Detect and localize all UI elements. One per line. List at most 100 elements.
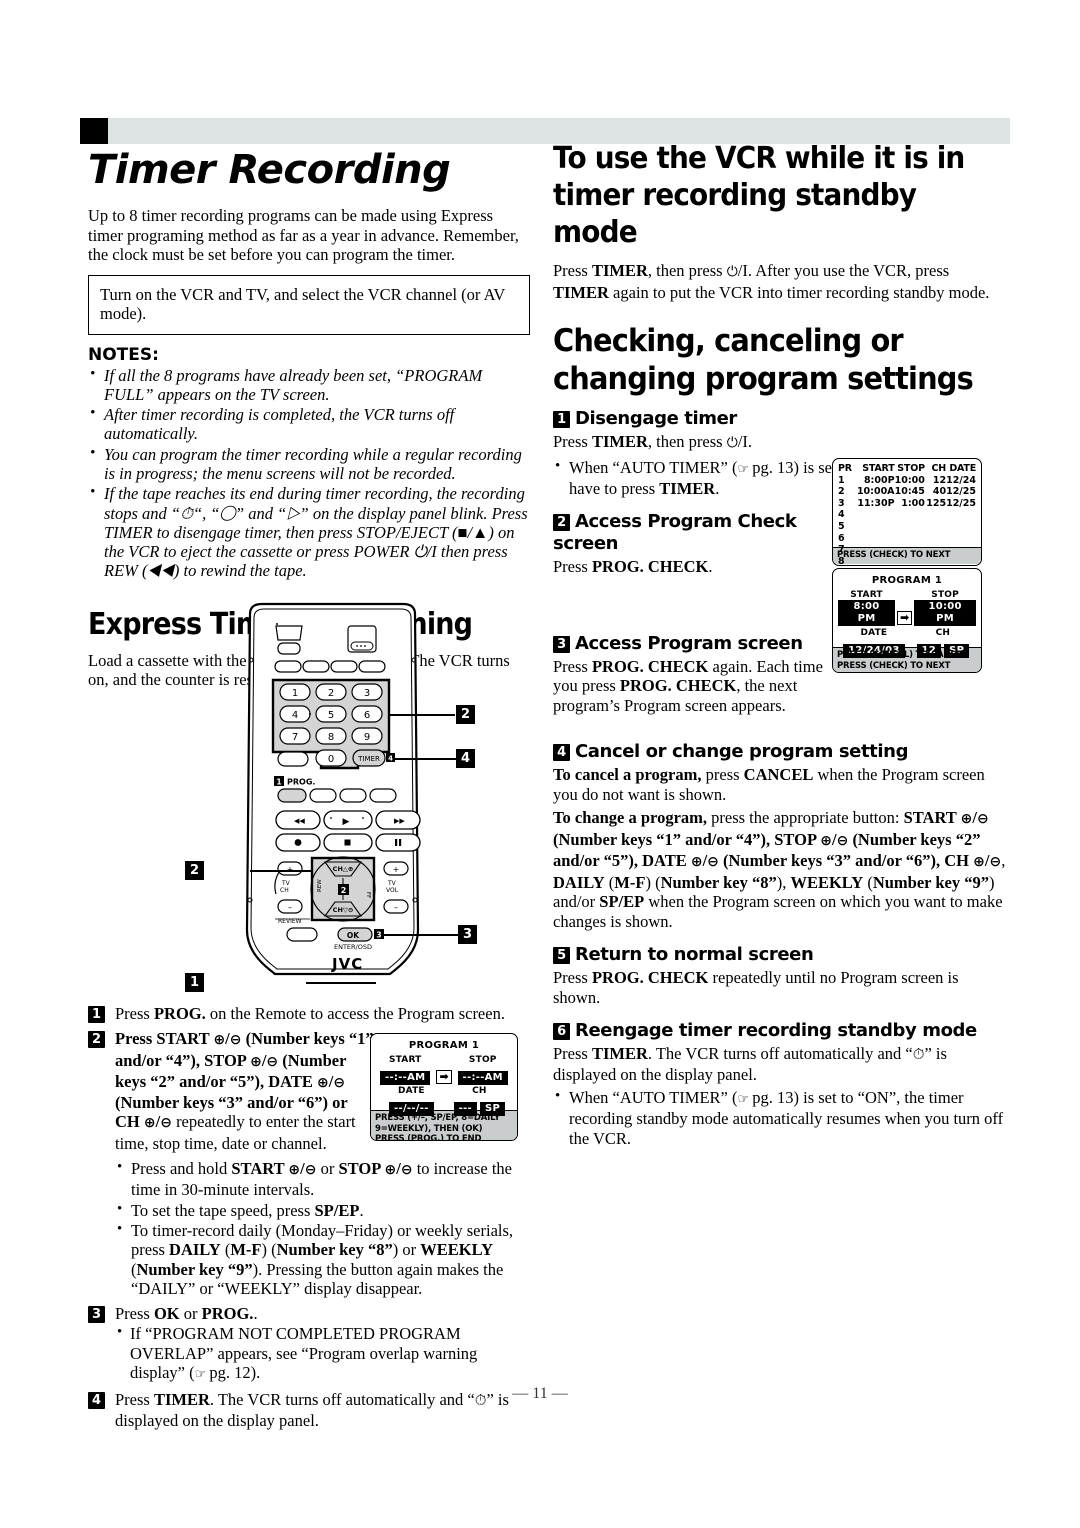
cell-stop: 1:00: [901, 497, 925, 509]
header-black-square: [80, 118, 108, 144]
svg-text:+: +: [393, 865, 400, 874]
step4-body-b: To change a program, press the appropria…: [553, 808, 1006, 931]
cell-stop: 10:45: [894, 486, 925, 498]
cell-pr: 4: [838, 509, 845, 521]
svg-text:TIMER: TIMER: [357, 755, 380, 763]
note-item: After timer recording is completed, the …: [88, 404, 530, 444]
callout-marker-3: 3: [458, 925, 477, 944]
step3-body: Press PROG. CHECK again. Each time you p…: [553, 656, 823, 715]
osd-footer-line: PRESS (+/–, SP/EP, 8=DAILY: [375, 1113, 500, 1123]
svg-text:–: –: [288, 903, 292, 912]
list-item: 2 Press START ⊕/⊖ (Number keys “1” and/o…: [88, 1029, 376, 1153]
svg-text:CH: CH: [280, 887, 289, 894]
svg-text:TV: TV: [387, 880, 397, 887]
svg-text:VOL: VOL: [386, 887, 399, 894]
svg-text:8: 8: [328, 732, 334, 743]
table-row: 4: [838, 509, 976, 521]
callout-line-2b: [250, 870, 312, 872]
step-heading-text: Access Program screen: [575, 632, 803, 654]
table-row: 2 10:00A 10:45 40 12/25: [838, 486, 976, 498]
step3-bullets: If “PROGRAM NOT COMPLETED PROGRAM OVERLA…: [115, 1323, 530, 1384]
svg-text:6: 6: [364, 710, 370, 721]
bullet-item: When “AUTO TIMER” (☞ pg. 13) is set to “…: [553, 1087, 1008, 1148]
step-heading-text: Reengage timer recording standby mode: [575, 1020, 977, 1042]
step-text: Press OK or PROG..: [115, 1304, 258, 1324]
svg-text:PROG.: PROG.: [287, 778, 315, 787]
step-heading-2: 2 Access Program Check screen: [553, 511, 838, 555]
list-item: 3 Press OK or PROG.. If “PROGRAM NOT COM…: [88, 1304, 530, 1384]
step-heading-1: 1 Disengage timer: [553, 408, 1008, 430]
step-text: Press PROG. on the Remote to access the …: [115, 1004, 505, 1023]
svg-text:2: 2: [341, 886, 347, 895]
table-row: 5: [838, 521, 976, 533]
cell-stop: 10:00: [894, 474, 925, 486]
svg-text:4: 4: [388, 755, 393, 763]
osd-date-label: DATE: [397, 1086, 425, 1096]
svg-text:FF: FF: [365, 892, 371, 898]
osd-footer: PRESS (+/–, SP/EP, 8=DAILY 9=WEEKLY), TH…: [371, 1110, 517, 1141]
page-title: Timer Recording: [88, 147, 451, 193]
svg-text:3: 3: [376, 931, 381, 940]
step-number: 3: [88, 1306, 105, 1324]
osd-footer-line: PRESS (CHECK) TO NEXT: [837, 660, 951, 671]
osd-footer-line: PRESS (PROG.) TO END: [375, 1134, 482, 1141]
step1-body: Press TIMER, then press ⏻/I.: [553, 432, 753, 451]
step-heading-5: 5 Return to normal screen: [553, 944, 1008, 966]
note-item: If the tape reaches its end during timer…: [88, 483, 530, 580]
step6-bullets: When “AUTO TIMER” (☞ pg. 13) is set to “…: [553, 1087, 1008, 1148]
step-number: 4: [553, 744, 570, 762]
step5-body: Press PROG. CHECK repeatedly until no Pr…: [553, 968, 959, 1007]
svg-text:ENTER/OSD: ENTER/OSD: [334, 943, 372, 951]
osd-footer-line: 9=WEEKLY), THEN (OK): [375, 1123, 483, 1134]
manual-page: Timer Recording Up to 8 timer recording …: [0, 0, 1080, 1528]
step2-bullets: Press and hold START ⊕/⊖ or STOP ⊕/⊖ to …: [115, 1158, 530, 1298]
page-number: — 11 —: [512, 1385, 568, 1402]
osd-stop-label: STOP: [468, 1055, 497, 1065]
osd-ch-label: CH: [935, 628, 951, 638]
step4-body-a: To cancel a program, press CANCEL when t…: [553, 765, 985, 804]
col-date: DATE: [949, 463, 976, 474]
note-item: You can program the timer recording whil…: [88, 444, 530, 484]
step-number: 5: [553, 947, 570, 965]
col-ch: CH: [931, 463, 947, 474]
step-number: 2: [553, 514, 570, 532]
bullet-item: If “PROGRAM NOT COMPLETED PROGRAM OVERLA…: [115, 1323, 530, 1384]
table-row: 3 11:30P 1:00 125 12/25: [838, 498, 976, 510]
osd-date-label: DATE: [860, 628, 888, 638]
notes-list: If all the 8 programs have already been …: [88, 365, 530, 581]
osd-program-check-screen: PR START STOP CH DATE 1 8:00P 10:00 12 1…: [832, 458, 982, 566]
svg-text:TV: TV: [281, 880, 291, 887]
svg-text:9: 9: [364, 732, 370, 743]
step-number: 1: [88, 1006, 105, 1023]
step-number: 3: [553, 635, 570, 653]
svg-text:1: 1: [276, 778, 281, 787]
osd-start-value: --:--AM: [380, 1071, 431, 1085]
arrow-icon: ➡: [436, 1070, 452, 1084]
callout-line-3: [384, 934, 458, 936]
cell-date: 12/25: [946, 497, 976, 509]
table-header-row: PR START STOP CH DATE: [838, 463, 976, 475]
svg-text:CH▽⊖: CH▽⊖: [333, 906, 354, 914]
arrow-icon: ➡: [897, 611, 913, 625]
svg-text:▶▶: ▶▶: [394, 817, 405, 825]
cell-pr: 5: [838, 520, 845, 532]
osd-stop-value: --:--AM: [457, 1071, 508, 1085]
osd-ch-label: CH: [472, 1086, 487, 1096]
list-item: 1 Press PROG. on the Remote to access th…: [88, 1004, 530, 1023]
osd-start-value: 8:00 PM: [838, 600, 896, 626]
svg-text:CH△⊕: CH△⊕: [333, 865, 354, 873]
step-heading-text: Return to normal screen: [575, 944, 814, 966]
svg-text:JVC: JVC: [331, 955, 363, 973]
svg-text:7: 7: [292, 732, 298, 743]
osd-program-screen-filled: PROGRAM 1 START 8:00 PM ➡ STOP 10:00 PM …: [832, 568, 982, 673]
step-heading-text: Cancel or change program setting: [575, 741, 909, 763]
step-heading-3: 3 Access Program screen: [553, 633, 838, 655]
cell-pr: 1: [838, 474, 845, 486]
note-item: If all the 8 programs have already been …: [88, 365, 530, 405]
svg-text:1: 1: [292, 688, 298, 699]
checking-heading: Checking, canceling or changing program …: [553, 323, 974, 397]
svg-text:2: 2: [328, 688, 334, 699]
osd-footer-line: PRESS (CANCEL) TO CANCEL: [837, 650, 968, 660]
osd-program-screen-blank: PROGRAM 1 START --:--AM ➡ STOP --:--AM D…: [370, 1033, 518, 1141]
notes-heading: NOTES:: [88, 344, 159, 365]
